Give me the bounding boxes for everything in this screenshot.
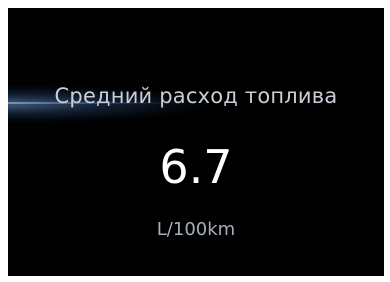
vehicle-display-screen: Средний расход топлива 6.7 L/100km (8, 8, 384, 276)
average-fuel-consumption-title: Средний расход топлива (54, 84, 338, 108)
fuel-consumption-value: 6.7 (159, 140, 233, 194)
fuel-consumption-unit: L/100km (156, 219, 236, 240)
screenshot-frame: Средний расход топлива 6.7 L/100km (0, 0, 390, 282)
